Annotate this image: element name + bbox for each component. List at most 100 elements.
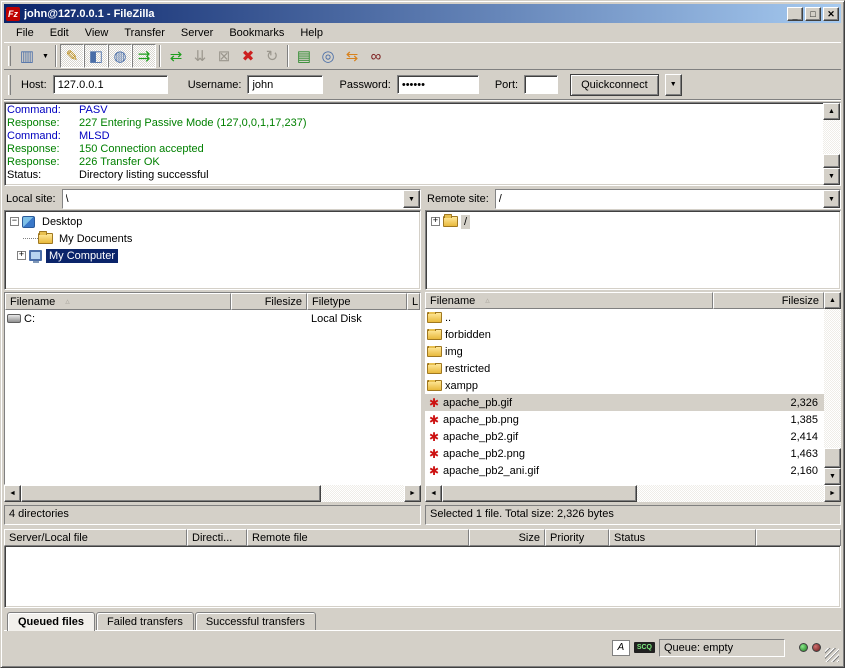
scroll-right-button[interactable]: ►	[824, 485, 841, 502]
tree-item-my-documents[interactable]: My Documents	[7, 230, 420, 247]
scroll-track[interactable]	[321, 485, 404, 502]
port-input[interactable]	[524, 75, 558, 94]
tree-item-desktop[interactable]: − Desktop	[7, 213, 420, 230]
quickconnect-grip[interactable]	[8, 75, 11, 95]
remote-file-row[interactable]: ✱apache_pb2.gif 2,414	[425, 428, 824, 445]
toggle-queue-button[interactable]: ⇉	[132, 44, 156, 68]
remote-file-row[interactable]: ..	[425, 309, 824, 326]
menu-view[interactable]: View	[77, 25, 117, 41]
tab-failed-transfers[interactable]: Failed transfers	[96, 612, 194, 630]
close-button[interactable]: ✕	[823, 7, 839, 21]
filter-button[interactable]: ▤	[292, 44, 316, 68]
menu-edit[interactable]: Edit	[42, 25, 77, 41]
remote-file-row-selected[interactable]: ✱apache_pb.gif 2,326	[425, 394, 824, 411]
column-header-size[interactable]: Size	[469, 529, 545, 546]
toolbar-grip[interactable]	[8, 46, 11, 66]
remote-file-row[interactable]: ✱apache_pb.png 1,385	[425, 411, 824, 428]
scroll-track[interactable]	[823, 120, 840, 154]
local-site-dropdown[interactable]: ▼	[403, 190, 420, 208]
remote-file-row[interactable]: forbidden	[425, 326, 824, 343]
remote-file-row[interactable]: img	[425, 343, 824, 360]
site-manager-dropdown[interactable]: ▼	[39, 44, 52, 68]
remote-site-dropdown[interactable]: ▼	[823, 190, 840, 208]
scroll-thumb[interactable]	[824, 448, 841, 468]
menu-bookmarks[interactable]: Bookmarks	[221, 25, 292, 41]
log-text: PASV	[79, 104, 108, 117]
log-scrollbar[interactable]: ▲ ▼	[823, 103, 840, 185]
remote-hscrollbar[interactable]: ◄ ►	[425, 485, 841, 502]
column-header-filesize[interactable]: Filesize	[713, 292, 824, 309]
column-header-status[interactable]: Status	[609, 529, 756, 546]
expand-icon[interactable]: +	[431, 217, 440, 226]
compare-button[interactable]: ◎	[316, 44, 340, 68]
maximize-button[interactable]: □	[805, 7, 821, 21]
column-header-lastmodified[interactable]: L	[407, 293, 420, 310]
remote-file-row[interactable]: xampp	[425, 377, 824, 394]
scroll-down-button[interactable]: ▼	[824, 468, 841, 485]
toggle-local-tree-button[interactable]: ◧	[84, 44, 108, 68]
tree-item-root[interactable]: + /	[428, 213, 840, 230]
remote-vscrollbar[interactable]: ▲ ▼	[824, 292, 841, 485]
local-site-combo[interactable]: ▼	[62, 189, 421, 209]
minimize-button[interactable]: _	[787, 7, 803, 21]
toolbar-separator	[287, 45, 289, 67]
column-header-filename[interactable]: Filename ▵	[5, 293, 231, 310]
toggle-remote-tree-button[interactable]: ◍	[108, 44, 132, 68]
quickconnect-dropdown[interactable]: ▼	[665, 74, 682, 96]
menu-file[interactable]: File	[8, 25, 42, 41]
scroll-thumb[interactable]	[442, 485, 637, 502]
menu-help[interactable]: Help	[292, 25, 331, 41]
remote-site-input[interactable]	[496, 190, 823, 208]
menu-transfer[interactable]: Transfer	[116, 25, 173, 41]
sync-browsing-button[interactable]: ⇆	[340, 44, 364, 68]
column-header-server-local-file[interactable]: Server/Local file	[4, 529, 187, 546]
local-site-input[interactable]	[63, 190, 403, 208]
tab-successful-transfers[interactable]: Successful transfers	[195, 612, 316, 630]
scroll-thumb[interactable]	[21, 485, 321, 502]
remote-file-row[interactable]: ✱apache_pb2_ani.gif 2,160	[425, 462, 824, 479]
scroll-down-button[interactable]: ▼	[823, 168, 840, 185]
expand-icon[interactable]: +	[17, 251, 26, 260]
host-input[interactable]	[53, 75, 168, 94]
scroll-left-button[interactable]: ◄	[4, 485, 21, 502]
remote-file-row[interactable]: restricted	[425, 360, 824, 377]
scroll-up-button[interactable]: ▲	[823, 103, 840, 120]
column-header-filename[interactable]: Filename ▵	[425, 292, 713, 309]
resize-grip[interactable]	[825, 648, 839, 662]
tab-queued-files[interactable]: Queued files	[7, 612, 95, 631]
minimize-icon: _	[792, 11, 797, 21]
toggle-message-log-button[interactable]: ✎	[60, 44, 84, 68]
disconnect-button[interactable]: ✖	[236, 44, 260, 68]
scroll-thumb[interactable]	[823, 154, 840, 168]
remote-file-row[interactable]: ✱apache_pb2.png 1,463	[425, 445, 824, 462]
column-header-direction[interactable]: Directi...	[187, 529, 247, 546]
local-pane: Local site: ▼ − Desktop My Documents	[4, 189, 421, 525]
password-input[interactable]	[397, 75, 479, 94]
column-header-filetype[interactable]: Filetype	[307, 293, 407, 310]
process-queue-button[interactable]: ⇊	[188, 44, 212, 68]
find-button[interactable]: ∞	[364, 44, 388, 68]
scroll-track[interactable]	[637, 485, 824, 502]
scroll-up-button[interactable]: ▲	[824, 292, 841, 309]
remote-site-combo[interactable]: ▼	[495, 189, 841, 209]
column-header-remote-file[interactable]: Remote file	[247, 529, 469, 546]
tree-item-label: /	[461, 215, 470, 229]
scroll-right-button[interactable]: ►	[404, 485, 421, 502]
local-hscrollbar[interactable]: ◄ ►	[4, 485, 421, 502]
title-bar[interactable]: Fz john@127.0.0.1 - FileZilla _ □ ✕	[4, 4, 841, 23]
reconnect-button[interactable]: ↻	[260, 44, 284, 68]
column-header-priority[interactable]: Priority	[545, 529, 609, 546]
site-manager-button[interactable]: ▥	[15, 44, 39, 68]
cancel-button[interactable]: ⊠	[212, 44, 236, 68]
local-file-row[interactable]: C: Local Disk	[5, 310, 420, 327]
filter-icon: ▤	[297, 47, 311, 65]
menu-server[interactable]: Server	[173, 25, 221, 41]
column-header-filesize[interactable]: Filesize	[231, 293, 307, 310]
username-input[interactable]	[247, 75, 323, 94]
refresh-button[interactable]: ⇄	[164, 44, 188, 68]
collapse-icon[interactable]: −	[10, 217, 19, 226]
tree-item-my-computer[interactable]: + My Computer	[7, 247, 420, 264]
quickconnect-button[interactable]: Quickconnect	[570, 74, 659, 96]
scroll-track[interactable]	[824, 309, 841, 448]
scroll-left-button[interactable]: ◄	[425, 485, 442, 502]
